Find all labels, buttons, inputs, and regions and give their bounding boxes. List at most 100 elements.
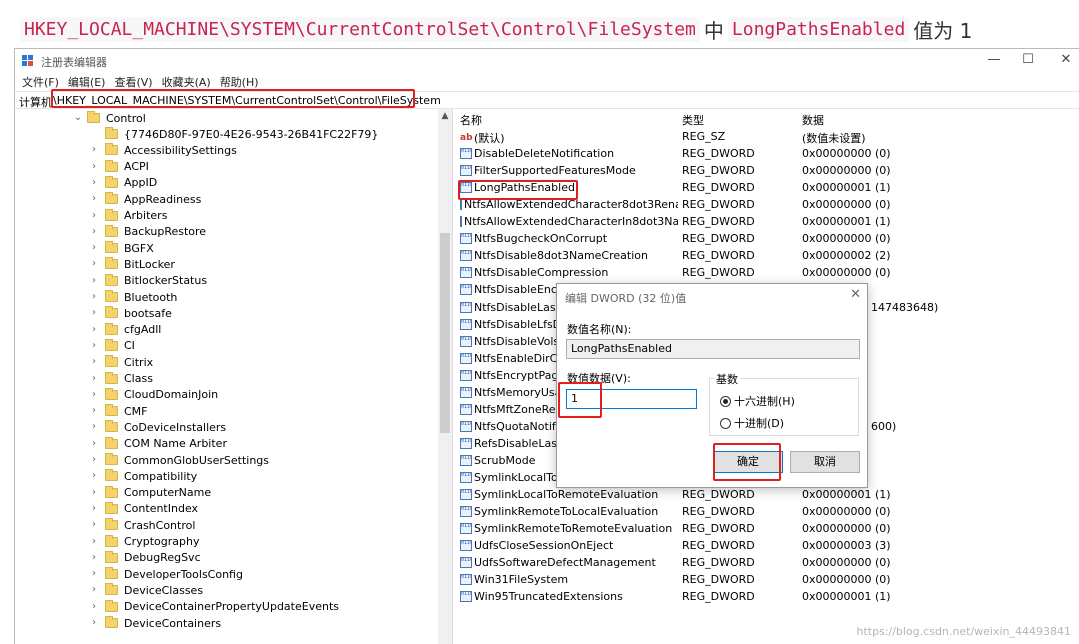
chevron-right-icon[interactable]: › [89,275,99,286]
scrollbar-thumb[interactable] [440,233,450,433]
chevron-right-icon[interactable]: › [89,373,99,384]
chevron-right-icon[interactable]: › [89,487,99,498]
chevron-right-icon[interactable]: › [89,177,99,188]
value-row[interactable]: 0110NtfsAllowExtendedCharacterIn8dot3Nam… [456,213,1079,230]
value-data-input[interactable]: 1 [566,389,697,409]
tree-item[interactable]: › DeviceContainerPropertyUpdateEvents [89,599,339,615]
chevron-right-icon[interactable]: › [89,357,99,367]
value-row[interactable]: 0110 Win31FileSystem REG_DWORD 0x00000000 (… [456,571,1079,588]
value-row[interactable]: ab (默认) REG_SZ (数值未设置) [456,128,1079,145]
value-row[interactable]: 0110 SymlinkRemoteToLocalEvaluation REG_DW… [456,503,1079,520]
chevron-right-icon[interactable]: › [89,503,99,514]
tree-item[interactable]: › ContentIndex [89,501,198,517]
tree-item[interactable]: › CMF [89,403,148,419]
tree-item[interactable]: › BGFX [89,240,154,256]
column-header-data[interactable]: 数据 [802,112,824,128]
value-row[interactable]: 0110 NtfsDisable8dot3NameCreation REG_DWOR… [456,247,1079,264]
tree-item[interactable]: › Class [89,371,153,387]
tree-item[interactable]: › CoDeviceInstallers [89,419,226,435]
tree-item[interactable]: › BitLocker [89,256,175,272]
chevron-right-icon[interactable]: › [89,438,99,449]
radio-checked-icon[interactable] [720,395,731,407]
tree-item[interactable]: › Compatibility [89,468,197,484]
chevron-right-icon[interactable]: › [89,194,99,204]
chevron-right-icon[interactable]: › [89,422,99,432]
tree-item[interactable]: ›{7746D80F-97E0-4E26-9543-26B41FC22F79} [89,126,378,142]
value-row[interactable]: 0110 FilterSupportedFeaturesMode REG_DWORD… [456,162,1079,179]
value-row[interactable]: 0110 SymlinkLocalToRemoteEvaluation REG_DW… [456,486,1079,503]
tree-item[interactable]: › CrashControl [89,517,195,533]
chevron-right-icon[interactable]: › [89,292,99,302]
tree-item[interactable]: › AccessibilitySettings [89,142,237,158]
tree-item[interactable]: › cfgAdll [89,322,161,338]
dialog-close-button[interactable]: ✕ [850,287,861,302]
chevron-right-icon[interactable]: › [89,340,99,351]
value-row[interactable]: 0110 NtfsDisableCompression REG_DWORD 0x000… [456,264,1079,281]
chevron-right-icon[interactable]: › [89,569,99,579]
menu-favorites[interactable]: 收藏夹(A) [162,74,211,90]
chevron-right-icon[interactable]: › [89,161,99,172]
tree-item[interactable]: › ACPI [89,159,149,175]
tree-item[interactable]: › DebugRegSvc [89,550,201,566]
chevron-right-icon[interactable]: › [89,210,99,221]
minimize-button[interactable]: — [975,49,1013,73]
tree-item[interactable]: › DeviceContainers [89,615,221,631]
tree-item[interactable]: › Cryptography [89,534,199,550]
tree-item[interactable]: › CommonGlobUserSettings [89,452,269,468]
chevron-right-icon[interactable]: › [89,226,99,237]
radio-decimal[interactable]: 十进制(D) [720,415,784,431]
tree-item[interactable]: › DeviceClasses [89,582,203,598]
chevron-right-icon[interactable]: › [89,455,99,465]
address-path[interactable]: \HKEY_LOCAL_MACHINE\SYSTEM\CurrentContro… [53,94,441,107]
column-header-type[interactable]: 类型 [682,112,704,128]
value-row[interactable]: 0110 Win95TruncatedExtensions REG_DWORD 0x0… [456,588,1079,605]
tree-item[interactable]: › COM Name Arbiter [89,436,227,452]
chevron-right-icon[interactable]: › [89,520,99,530]
chevron-right-icon[interactable]: › [89,259,99,269]
tree-item-control[interactable]: ⌄ Control [73,110,146,126]
chevron-right-icon[interactable]: › [89,618,99,628]
menu-file[interactable]: 文件(F) [22,74,59,90]
tree-item[interactable]: › Arbiters [89,208,167,224]
value-row[interactable]: 0110 UdfsSoftwareDefectManagement REG_DWOR… [456,554,1079,571]
tree-item[interactable]: › Bluetooth [89,289,177,305]
chevron-right-icon[interactable]: › [89,308,99,318]
chevron-right-icon[interactable]: › [89,324,99,335]
value-row[interactable]: 0110 DisableDeleteNotification REG_DWORD 0x… [456,145,1079,162]
chevron-right-icon[interactable]: › [89,145,99,155]
tree-scrollbar[interactable]: ▲ [438,109,452,644]
cancel-button[interactable]: 取消 [790,451,860,473]
chevron-right-icon[interactable]: › [89,471,99,481]
address-bar[interactable]: 计算机 \HKEY_LOCAL_MACHINE\SYSTEM\CurrentCo… [15,91,1079,109]
scroll-up-icon[interactable]: ▲ [438,109,452,123]
radio-hexadecimal[interactable]: 十六进制(H) [720,393,795,409]
chevron-down-icon[interactable]: ⌄ [73,113,83,123]
chevron-right-icon[interactable]: › [89,552,99,563]
value-row[interactable]: 0110 SymlinkRemoteToRemoteEvaluation REG_D… [456,520,1079,537]
tree-item[interactable]: › Citrix [89,354,153,370]
tree-item[interactable]: › BackupRestore [89,224,206,240]
menu-view[interactable]: 查看(V) [114,74,152,90]
chevron-right-icon[interactable]: › [89,585,99,595]
menu-edit[interactable]: 编辑(E) [68,74,106,90]
column-header-name[interactable]: 名称 [460,112,482,128]
value-row[interactable]: 0110 LongPathsEnabled REG_DWORD 0x00000001 … [456,179,1079,196]
value-row[interactable]: 0110NtfsAllowExtendedCharacter8dot3Renam… [456,196,1079,213]
menu-help[interactable]: 帮助(H) [220,74,259,90]
chevron-right-icon[interactable]: › [89,243,99,253]
tree-item[interactable]: › DeveloperToolsConfig [89,566,243,582]
tree-item[interactable]: › ComputerName [89,485,211,501]
chevron-right-icon[interactable]: › [89,601,99,612]
chevron-right-icon[interactable]: › [89,536,99,547]
tree-item[interactable]: › AppID [89,175,157,191]
tree-item[interactable]: › AppReadiness [89,191,201,207]
chevron-right-icon[interactable]: › [89,406,99,416]
radio-unchecked-icon[interactable] [720,417,731,429]
tree-item[interactable]: › CI [89,338,135,354]
chevron-right-icon[interactable]: › [89,389,99,400]
value-row[interactable]: 0110 NtfsBugcheckOnCorrupt REG_DWORD 0x0000… [456,230,1079,247]
maximize-button[interactable]: ☐ [1009,49,1047,73]
ok-button[interactable]: 确定 [713,451,783,473]
tree-item[interactable]: › BitlockerStatus [89,273,207,289]
close-button[interactable]: ✕ [1047,49,1079,73]
